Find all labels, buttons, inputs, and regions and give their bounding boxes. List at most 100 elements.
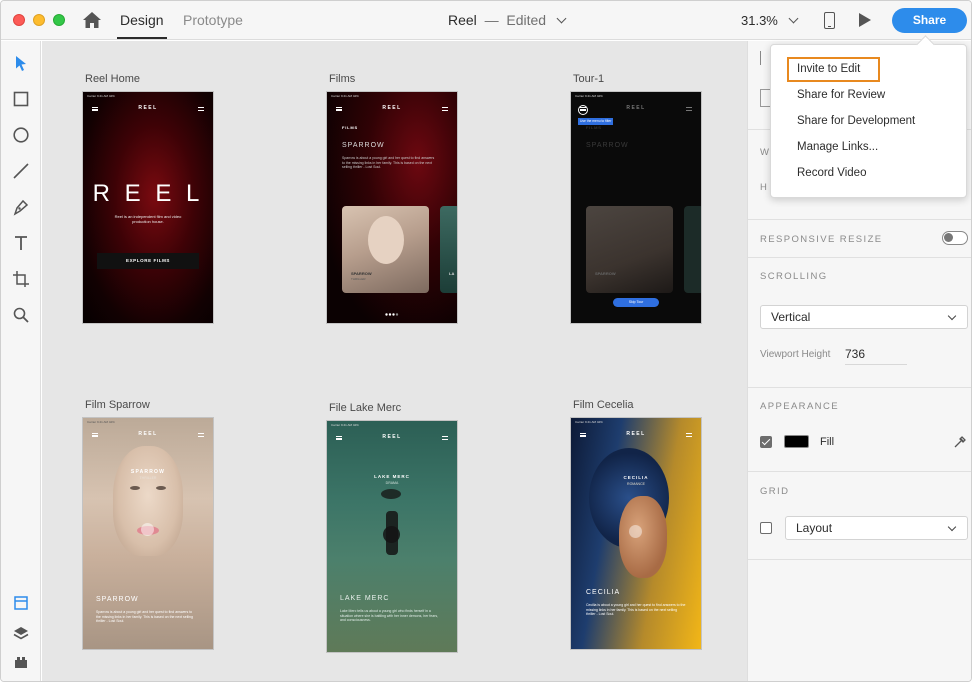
zoom-level[interactable]: 31.3% <box>741 13 778 28</box>
viewport-height-input[interactable]: 736 <box>845 347 907 365</box>
fill-checkbox[interactable] <box>760 436 772 448</box>
artboard-film-cecelia[interactable]: Carrier 9:41 AM 42% REEL CECILIA ROMANCE… <box>571 418 701 649</box>
brand-logo: REEL <box>138 105 158 111</box>
menu-item-invite-to-edit[interactable]: Invite to Edit <box>797 63 860 75</box>
title-bar: Design Prototype Reel — Edited 31.3% Sha… <box>1 1 971 40</box>
appearance-title: APPEARANCE <box>760 401 839 412</box>
plugins-icon[interactable] <box>12 653 30 671</box>
design-canvas[interactable]: Reel Home Carrier 9:41 AM 42% REEL R E E… <box>42 41 747 681</box>
minimize-window-button[interactable] <box>33 14 45 26</box>
app-nav: REEL <box>83 431 213 441</box>
responsive-resize-title: RESPONSIVE RESIZE <box>760 234 883 245</box>
share-button[interactable]: Share <box>892 8 967 33</box>
filter-icon <box>686 107 692 111</box>
chevron-down-icon <box>556 13 567 24</box>
eye-left <box>130 486 140 490</box>
maximize-window-button[interactable] <box>53 14 65 26</box>
artboard-label[interactable]: Film Cecelia <box>573 399 634 411</box>
next-card-title: LA <box>449 271 455 276</box>
filter-icon <box>442 436 448 440</box>
assets-icon[interactable] <box>12 594 30 612</box>
status-bar: Carrier 9:41 AM 42% <box>87 94 115 98</box>
artboard-film-sparrow[interactable]: Carrier 9:41 AM 42% REEL SPARROW THRILLE… <box>83 418 213 649</box>
menu-item-share-for-development[interactable]: Share for Development <box>797 115 915 127</box>
menu-item-manage-links[interactable]: Manage Links... <box>797 141 878 153</box>
portrait-face <box>113 446 183 556</box>
menu-item-share-for-review[interactable]: Share for Review <box>797 89 885 101</box>
film-title: SPARROW <box>586 142 629 149</box>
tab-prototype[interactable]: Prototype <box>183 12 243 28</box>
section-heading: FILMS <box>342 125 358 130</box>
section-heading: FILMS <box>586 125 602 130</box>
skip-tour-button: Skip Tour <box>613 298 659 307</box>
document-name: Reel <box>448 12 477 28</box>
fill-color-swatch[interactable] <box>784 435 809 448</box>
fill-label: Fill <box>820 436 835 448</box>
brand-logo: REEL <box>382 105 402 111</box>
film-bottom-title: LAKE MERC <box>340 595 390 602</box>
grid-type-value: Layout <box>796 521 833 535</box>
play-icon <box>383 526 400 543</box>
status-bar: Carrier 9:41 AM 42% <box>331 423 359 427</box>
artboard-tour-1[interactable]: Carrier 9:41 AM 42% REEL Use the menu to… <box>571 92 701 323</box>
status-bar: Carrier 9:41 AM 42% <box>331 94 359 98</box>
filter-icon <box>686 433 692 437</box>
brand-logo: REEL <box>626 105 646 111</box>
grid-checkbox[interactable] <box>760 522 772 534</box>
viewport-height-label: Viewport Height <box>760 349 831 360</box>
select-icon[interactable] <box>12 54 30 72</box>
document-title[interactable]: Reel — Edited <box>448 12 567 28</box>
document-status: Edited <box>506 12 547 28</box>
responsive-resize-toggle[interactable] <box>942 231 968 245</box>
portrait-shape <box>368 216 404 264</box>
line-icon[interactable] <box>12 162 30 180</box>
layers-icon[interactable] <box>12 624 30 642</box>
home-icon[interactable] <box>82 11 102 29</box>
zoom-icon[interactable] <box>12 306 30 324</box>
pen-icon[interactable] <box>12 198 30 216</box>
left-toolbar <box>1 41 41 681</box>
eye-right <box>156 486 166 490</box>
play-icon[interactable] <box>859 13 871 27</box>
artboard-films[interactable]: Carrier 9:41 AM 42% REEL FILMS SPARROW S… <box>327 92 457 323</box>
ellipse-icon[interactable] <box>12 126 30 144</box>
next-film-card <box>684 206 701 293</box>
scrolling-select[interactable]: Vertical <box>760 305 968 329</box>
close-window-button[interactable] <box>13 14 25 26</box>
portrait-face <box>619 496 667 578</box>
artboard-label[interactable]: Films <box>329 73 355 85</box>
film-genre: ROMANCE <box>627 482 645 486</box>
grid-section: GRID Layout <box>748 471 971 559</box>
tour-tooltip: Use the menu to filter <box>578 118 614 125</box>
app-nav: REEL <box>327 434 457 444</box>
tab-design[interactable]: Design <box>117 12 167 39</box>
status-bar: Carrier 9:41 AM 42% <box>575 94 603 98</box>
title-separator: — <box>484 12 499 28</box>
eyedropper-icon[interactable] <box>953 435 967 449</box>
highlight-ring <box>578 105 588 115</box>
artboard-label[interactable]: Tour-1 <box>573 73 604 85</box>
text-icon[interactable] <box>12 234 30 252</box>
brand-logo: REEL <box>626 431 646 437</box>
artboard-label[interactable]: Reel Home <box>85 73 140 85</box>
device-preview-icon[interactable] <box>824 12 835 29</box>
chevron-down-icon <box>947 311 957 321</box>
menu-item-record-video[interactable]: Record Video <box>797 167 866 179</box>
chevron-down-icon <box>947 522 957 532</box>
share-menu: Invite to Edit Share for Review Share fo… <box>770 44 967 198</box>
artboard-label[interactable]: File Lake Merc <box>329 402 401 414</box>
grid-type-select[interactable]: Layout <box>785 516 968 540</box>
film-description: Cecilia is about a young girl and her qu… <box>586 603 686 616</box>
responsive-resize-section: RESPONSIVE RESIZE <box>748 219 971 257</box>
film-bottom-title: CECILIA <box>586 589 621 596</box>
artboard-lake-merc[interactable]: Carrier 9:41 AM 42% REEL LAKE MERC DRAMA… <box>327 421 457 652</box>
artboard-icon[interactable] <box>12 270 30 288</box>
artboard-label[interactable]: Film Sparrow <box>85 399 150 411</box>
artboard-reel-home[interactable]: Carrier 9:41 AM 42% REEL R E E L Reel is… <box>83 92 213 323</box>
hero-tagline: Reel is an independent film and video pr… <box>114 214 182 224</box>
zoom-chevron-down-icon[interactable] <box>788 13 799 24</box>
app-nav: REEL <box>571 105 701 115</box>
filter-icon <box>198 107 204 111</box>
film-card: SPARROW THRILLER <box>342 206 429 293</box>
rectangle-icon[interactable] <box>12 90 30 108</box>
